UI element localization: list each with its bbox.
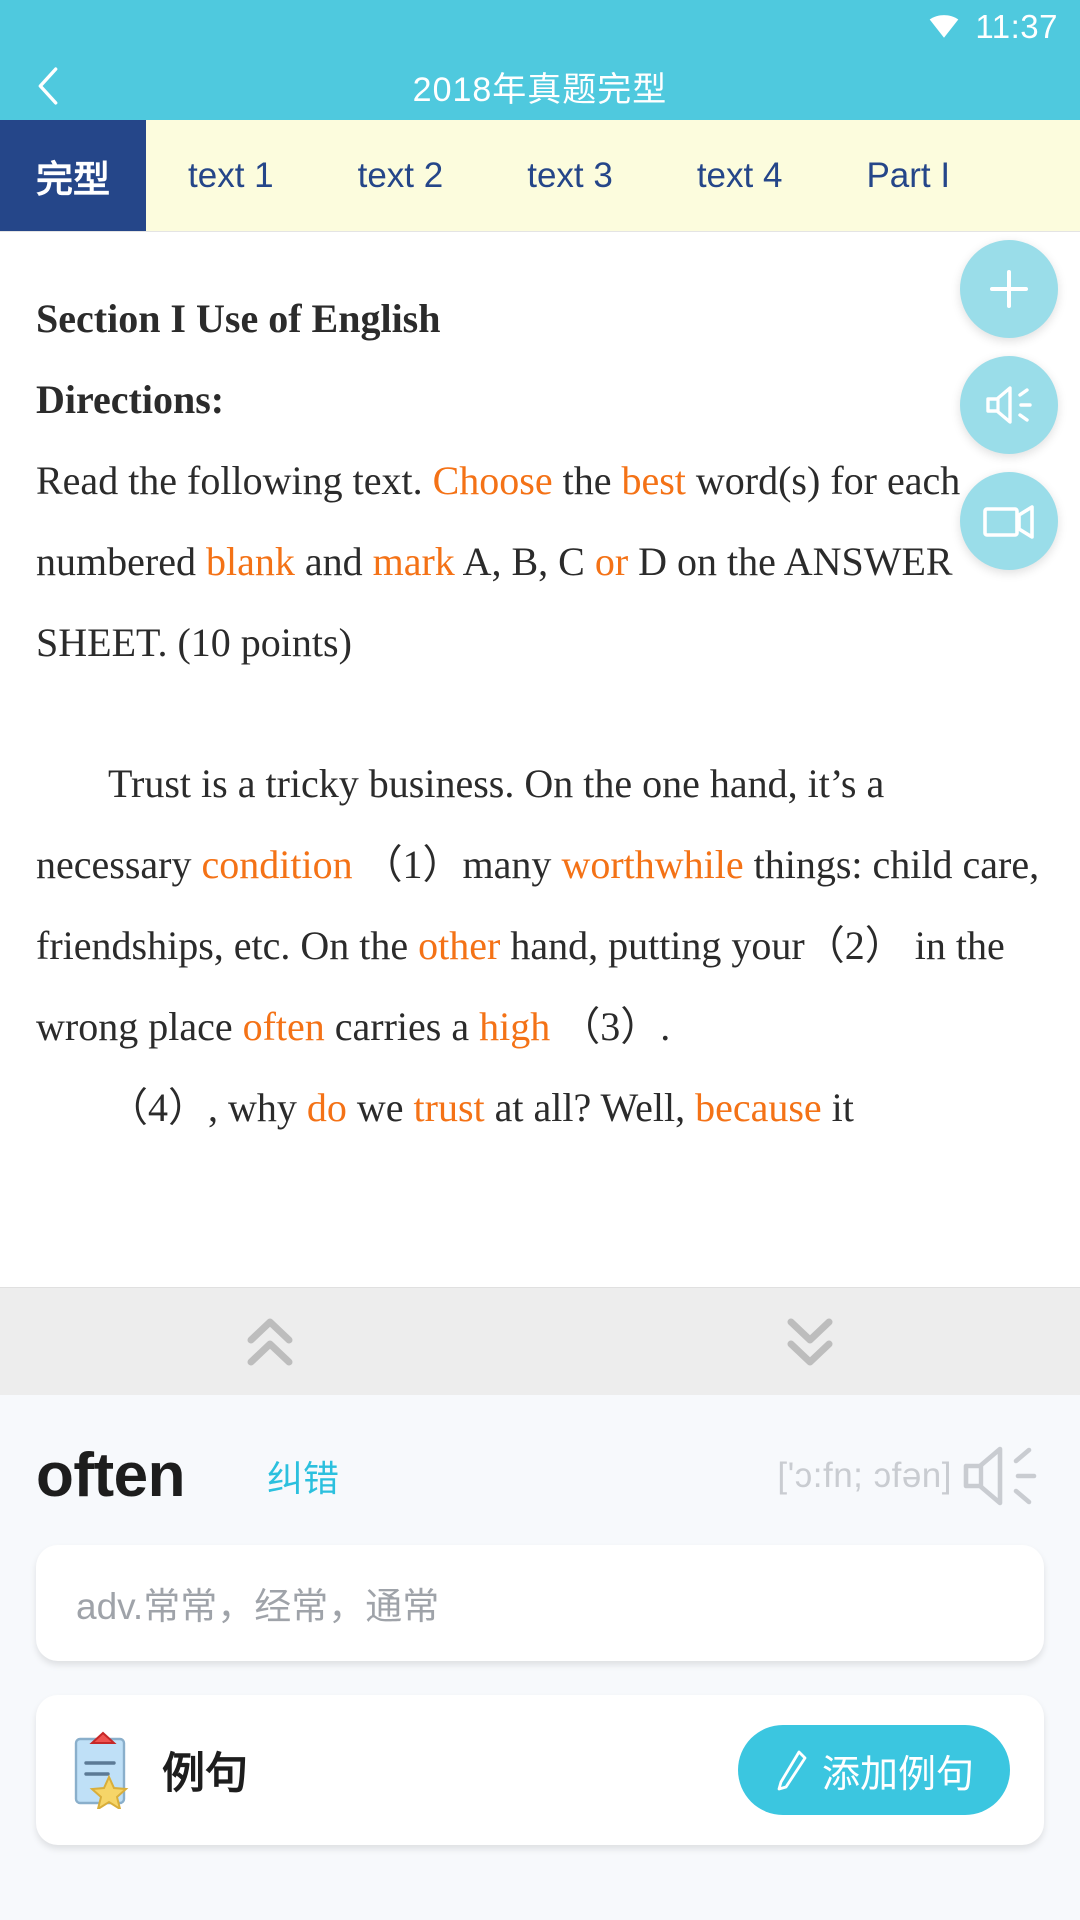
pronunciation-group: ['ɔ:fn; ɔfən] (777, 1439, 1044, 1513)
vocab-word-often[interactable]: often (243, 1004, 325, 1049)
vocab-word-worthwhile[interactable]: worthwhile (561, 842, 743, 887)
wifi-icon (930, 15, 959, 38)
scroll-nav-bar (0, 1287, 1080, 1395)
status-bar: 11:37 (0, 0, 1080, 52)
dictionary-header: often 纠错 ['ɔ:fn; ɔfən] (36, 1395, 1044, 1545)
passage-paragraph-1: Trust is a tricky business. On the one h… (36, 743, 1044, 1067)
directions-label: Directions: (36, 377, 225, 422)
vocab-word-do[interactable]: do (307, 1085, 347, 1130)
vocab-word-condition[interactable]: condition (201, 842, 352, 887)
speaker-icon (986, 386, 1032, 424)
status-bar-clock: 11:37 (975, 7, 1058, 45)
text-run: the (552, 458, 622, 503)
text-run: it (821, 1085, 854, 1130)
text-run: （4）, why (108, 1085, 307, 1130)
add-example-button[interactable]: 添加例句 (737, 1725, 1010, 1815)
tab-part-i[interactable]: Part I (824, 120, 992, 231)
app-root: 11:37 2018年真题完型 完型 text 1 text 2 text 3 … (0, 0, 1080, 1920)
pencil-icon (777, 1750, 807, 1791)
floating-action-buttons (960, 240, 1058, 570)
definition-text: adv.常常，经常，通常 (76, 1586, 440, 1627)
example-section-label: 例句 (162, 1750, 248, 1798)
vocab-word-trust[interactable]: trust (414, 1085, 485, 1130)
add-button[interactable] (960, 240, 1058, 338)
vocab-word-other[interactable]: other (418, 923, 500, 968)
plus-icon (990, 270, 1028, 308)
reading-area: Section I Use of English Directions: Rea… (0, 232, 1080, 1287)
text-run: at all? Well, (484, 1085, 696, 1130)
report-error-link[interactable]: 纠错 (267, 1450, 339, 1502)
definition-card[interactable]: adv.常常，经常，通常 (36, 1545, 1044, 1661)
vocab-word-mark[interactable]: mark (373, 539, 455, 584)
tab-text-4[interactable]: text 4 (655, 120, 825, 231)
text-run: carries a (324, 1004, 480, 1049)
double-chevron-up-icon (247, 1318, 293, 1365)
video-camera-icon (983, 505, 1034, 539)
phonetic-transcription: ['ɔ:fn; ɔfən] (777, 1456, 952, 1495)
text-run: Read the following text. (36, 458, 433, 503)
passage-text: Section I Use of English Directions: Rea… (36, 278, 1044, 1148)
speaker-icon[interactable] (958, 1439, 1044, 1513)
vocab-word-or[interactable]: or (595, 539, 628, 584)
double-chevron-down-icon (787, 1318, 833, 1365)
tab-wanxing[interactable]: 完型 (0, 120, 146, 231)
text-run: （3）. (550, 1004, 671, 1049)
clipboard-star-icon (74, 1731, 129, 1809)
tab-text-2[interactable]: text 2 (316, 120, 486, 231)
tab-text-3[interactable]: text 3 (485, 120, 655, 231)
back-button[interactable] (0, 52, 96, 120)
vocab-word-best[interactable]: best (621, 458, 685, 503)
tab-text-1[interactable]: text 1 (146, 120, 316, 231)
video-button[interactable] (960, 472, 1058, 570)
section-title: Section I Use of English (36, 296, 441, 341)
vocab-word-blank[interactable]: blank (206, 539, 295, 584)
scroll-down-button[interactable] (540, 1288, 1080, 1395)
text-run: （1）many (352, 842, 562, 887)
vocab-word-choose[interactable]: Choose (433, 458, 553, 503)
scroll-up-button[interactable] (0, 1288, 540, 1395)
tab-strip[interactable]: 完型 text 1 text 2 text 3 text 4 Part I (0, 120, 1080, 232)
add-example-label: 添加例句 (821, 1753, 974, 1796)
page-title: 2018年真题完型 (412, 70, 668, 109)
text-run: A, B, C (454, 539, 595, 584)
dictionary-panel: often 纠错 ['ɔ:fn; ɔfən] adv.常常，经常，通常 例句 添… (0, 1395, 1080, 1920)
read-aloud-button[interactable] (960, 356, 1058, 454)
passage-paragraph-2: （4）, why do we trust at all? Well, becau… (36, 1067, 1044, 1148)
headword: often (36, 1441, 186, 1510)
vocab-word-high[interactable]: high (479, 1004, 550, 1049)
example-sentence-card: 例句 添加例句 (36, 1695, 1044, 1845)
vocab-word-because[interactable]: because (695, 1085, 822, 1130)
back-chevron-icon (38, 67, 58, 105)
directions-paragraph: Read the following text. Choose the best… (36, 440, 1044, 683)
text-run: we (346, 1085, 414, 1130)
text-run: and (294, 539, 373, 584)
title-bar: 2018年真题完型 (0, 52, 1080, 120)
